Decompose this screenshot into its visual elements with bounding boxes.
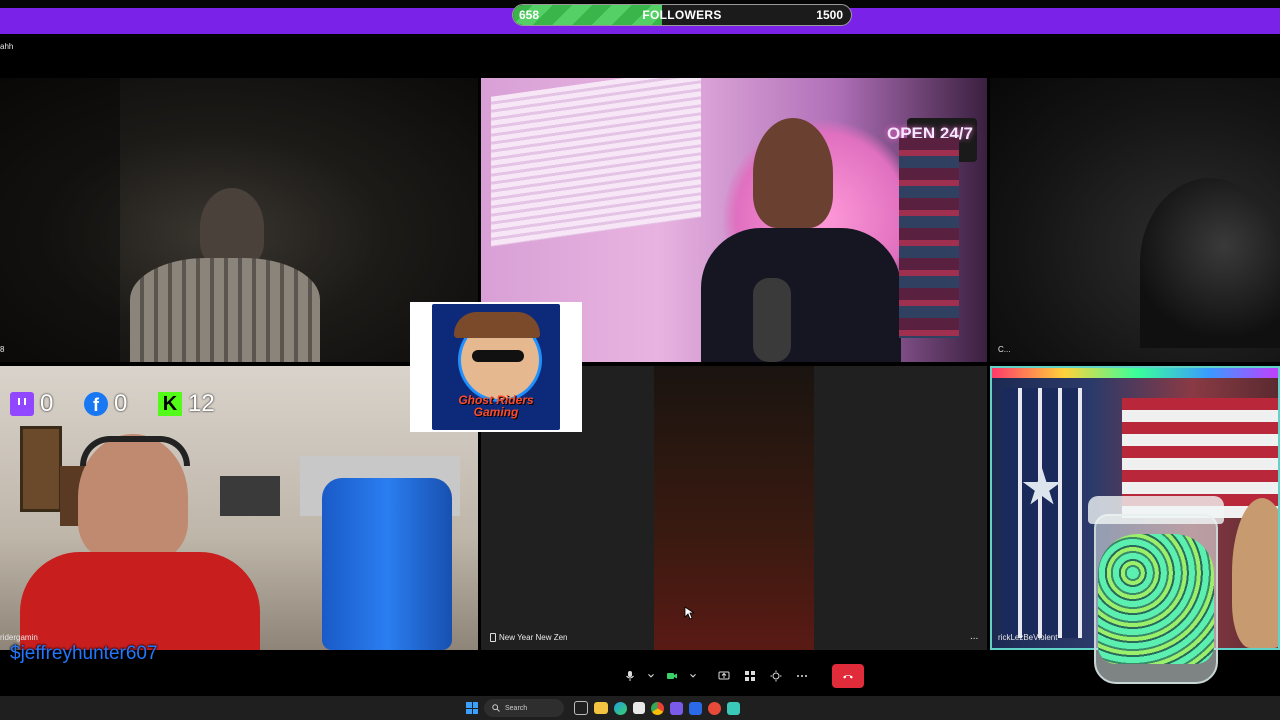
kick-stat: K 12 (158, 384, 215, 424)
app-icon[interactable] (689, 701, 702, 715)
jar-contents (1098, 534, 1214, 664)
facebook-icon: f (84, 392, 108, 416)
tile-name-bottom-center-wrap: New Year New Zen (490, 633, 567, 642)
logo-cap (454, 312, 540, 338)
logo-sunglasses (472, 350, 524, 362)
stream-stats: 0 f 0 K 12 (0, 384, 260, 424)
phone-icon (490, 633, 496, 642)
headset-shape (80, 436, 190, 466)
task-view-icon[interactable] (574, 701, 588, 715)
search-icon (492, 699, 500, 717)
kick-count: 12 (188, 390, 215, 417)
bookshelf-shape (899, 138, 959, 338)
participant-body (20, 552, 260, 650)
participant-video (654, 366, 814, 650)
facebook-stat: f 0 (84, 384, 127, 424)
twitch-stat: 0 (10, 384, 53, 424)
tile-more-icon[interactable]: ... (970, 631, 978, 642)
follower-goal-label: FOLLOWERS (642, 8, 722, 22)
leave-call-button[interactable] (832, 664, 864, 688)
microphone-shape (753, 278, 791, 362)
tip-jar-overlay (1088, 496, 1224, 686)
participant-video (1140, 178, 1280, 348)
chevron-down-icon[interactable] (646, 666, 656, 686)
facebook-count: 0 (114, 390, 128, 417)
participant-video (753, 118, 833, 228)
twitch-count: 0 (40, 390, 54, 417)
participant-video (1232, 498, 1278, 648)
channel-logo: Ghost Riders Gaming (410, 302, 582, 432)
more-icon[interactable] (792, 666, 812, 686)
share-screen-icon[interactable] (714, 666, 734, 686)
edge-icon[interactable] (614, 701, 627, 715)
tile-corner-label-top-left: 8 (0, 345, 5, 354)
twitch-icon (10, 392, 34, 416)
app-icon[interactable] (727, 701, 740, 715)
video-tile-top-left[interactable] (0, 78, 478, 362)
wall-frame (20, 426, 62, 512)
blanket-shape (130, 258, 320, 362)
blue-mug-shape (322, 478, 452, 650)
layout-grid-icon[interactable] (740, 666, 760, 686)
participant-video (200, 188, 264, 266)
chrome-icon[interactable] (651, 701, 664, 715)
app-icon[interactable] (708, 701, 721, 715)
logo-background: Ghost Riders Gaming (432, 304, 560, 430)
app-icon[interactable] (670, 701, 683, 715)
follower-goal-bar: 658 FOLLOWERS 1500 (512, 4, 852, 26)
shadow-shape (0, 78, 120, 362)
effects-icon[interactable] (766, 666, 786, 686)
explorer-icon[interactable] (594, 702, 608, 714)
taskbar-items: Search (466, 699, 740, 717)
camera-icon[interactable] (662, 666, 682, 686)
taskbar-search[interactable]: Search (484, 699, 564, 717)
chevron-down-icon[interactable] (688, 666, 698, 686)
tile-name-top-right: C... (998, 345, 1011, 354)
tile-name-bottom-center: New Year New Zen (499, 633, 568, 642)
kick-icon: K (158, 392, 182, 416)
logo-text: Ghost Riders Gaming (458, 393, 534, 419)
participant-body (701, 228, 901, 362)
windows-start-icon[interactable] (466, 702, 478, 714)
meeting-controls (620, 664, 864, 688)
flag-shape (1002, 388, 1082, 638)
store-icon[interactable] (633, 702, 645, 714)
microphone-icon[interactable] (620, 666, 640, 686)
jar-lid (1088, 496, 1224, 524)
rgb-light-strip (992, 368, 1278, 378)
tile-name-top-left: ahh (0, 42, 14, 51)
tiktok-handle: $jeffreyhunter607 (10, 643, 158, 664)
tile-name-bottom-left: ridergamin (0, 633, 38, 642)
tile-name-bottom-right: rickLezBeViolent (998, 633, 1058, 642)
window-blinds (491, 78, 701, 247)
search-label: Search (505, 704, 528, 712)
follower-goal-target: 1500 (816, 8, 843, 22)
wall-frame (220, 476, 280, 516)
video-tile-top-right[interactable] (990, 78, 1280, 362)
